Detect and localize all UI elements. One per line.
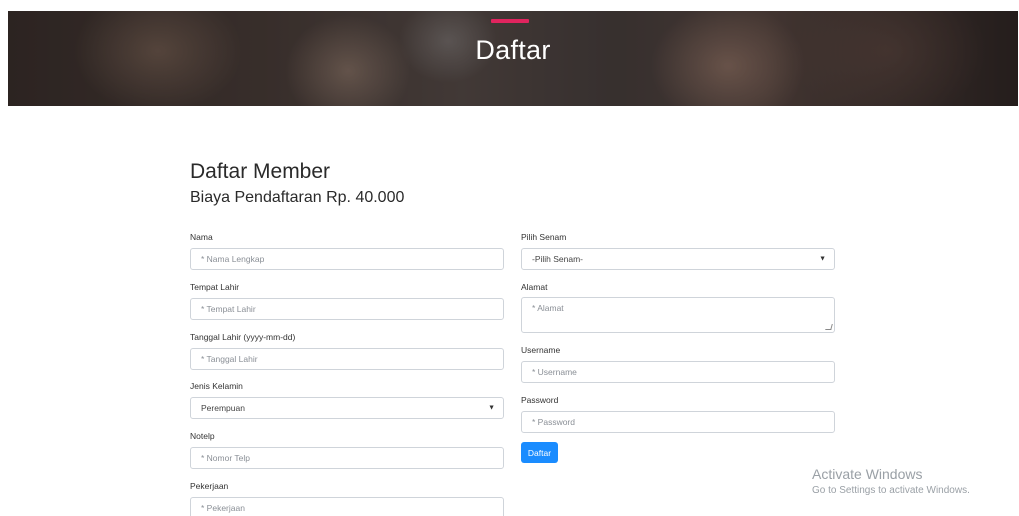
username-label: Username <box>521 345 561 355</box>
nama-input[interactable]: * Nama Lengkap <box>190 248 504 270</box>
nama-placeholder: * Nama Lengkap <box>201 254 265 264</box>
senam-value: -Pilih Senam- <box>532 254 584 264</box>
pekerjaan-label: Pekerjaan <box>190 481 229 491</box>
hero-accent-bar <box>491 19 529 23</box>
hero-title: Daftar <box>475 35 551 65</box>
alamat-label: Alamat <box>521 282 548 292</box>
watermark-title: Activate Windows <box>812 466 923 482</box>
tanggal-lahir-input[interactable]: * Tanggal Lahir <box>190 348 504 370</box>
password-label: Password <box>521 395 559 405</box>
password-placeholder: * Password <box>532 417 575 427</box>
activation-watermark: Activate Windows Go to Settings to activ… <box>812 466 970 496</box>
resize-grip-icon[interactable] <box>825 324 833 330</box>
notelp-label: Notelp <box>190 431 215 441</box>
daftar-submit-button[interactable]: Daftar <box>521 442 558 463</box>
tempat-lahir-label: Tempat Lahir <box>190 282 240 292</box>
chevron-down-icon: ▼ <box>488 404 495 412</box>
form-subtitle: Biaya Pendaftaran Rp. 40.000 <box>190 189 405 206</box>
pekerjaan-input[interactable]: * Pekerjaan <box>190 497 504 516</box>
tanggal-lahir-label: Tanggal Lahir (yyyy-mm-dd) <box>190 332 296 342</box>
hero-banner: Daftar <box>8 11 1018 106</box>
chevron-down-icon: ▼ <box>819 255 826 263</box>
username-placeholder: * Username <box>532 367 577 377</box>
jenis-kelamin-select[interactable]: Perempuan ▼ <box>190 397 504 419</box>
username-input[interactable]: * Username <box>521 361 835 383</box>
tanggal-lahir-placeholder: * Tanggal Lahir <box>201 354 258 364</box>
watermark-subtitle: Go to Settings to activate Windows. <box>812 485 970 496</box>
jenis-kelamin-value: Perempuan <box>201 403 245 413</box>
form-title: Daftar Member <box>190 160 331 183</box>
notelp-placeholder: * Nomor Telp <box>201 453 250 463</box>
senam-label: Pilih Senam <box>521 232 567 242</box>
nama-label: Nama <box>190 232 213 242</box>
alamat-placeholder: * Alamat <box>532 303 564 313</box>
jenis-kelamin-label: Jenis Kelamin <box>190 381 243 391</box>
tempat-lahir-input[interactable]: * Tempat Lahir <box>190 298 504 320</box>
password-input[interactable]: * Password <box>521 411 835 433</box>
senam-select[interactable]: -Pilih Senam- ▼ <box>521 248 835 270</box>
notelp-input[interactable]: * Nomor Telp <box>190 447 504 469</box>
alamat-textarea[interactable]: * Alamat <box>521 297 835 333</box>
tempat-lahir-placeholder: * Tempat Lahir <box>201 304 256 314</box>
pekerjaan-placeholder: * Pekerjaan <box>201 503 245 513</box>
